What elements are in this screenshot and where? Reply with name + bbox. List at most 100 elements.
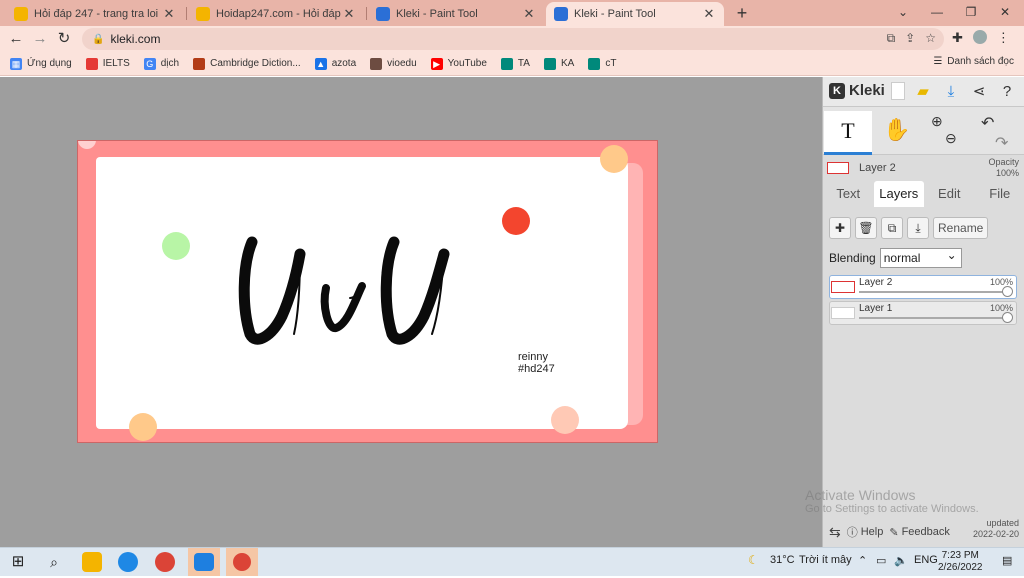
blending-select[interactable]: normal [880,248,962,268]
close-window-button[interactable]: ✕ [988,2,1022,22]
hand-tool-icon[interactable]: ✋ [883,117,910,143]
watermark-title: Activate Windows [805,487,979,503]
layer-item-layer-1[interactable]: Layer 1 100% [829,301,1017,325]
tab-layers[interactable]: Layers [874,181,925,207]
download-icon[interactable]: ⤓ [941,82,961,102]
layer-item-layer-2[interactable]: Layer 2 100% [829,275,1017,299]
layer-opacity-slider-handle[interactable] [1002,312,1013,323]
bookmark-ka[interactable]: KA [544,58,574,70]
profile-avatar-icon[interactable] [973,30,987,44]
bookmark-azota[interactable]: ▲azota [315,58,356,70]
browser-menu-icon[interactable]: ⋮ [997,30,1010,46]
notifications-icon[interactable]: ▤ [1002,554,1012,567]
text-tool-button[interactable]: T [824,111,872,155]
rename-layer-button[interactable]: Rename [933,217,988,239]
zoom-in-icon[interactable]: ⊕ [931,113,957,130]
input-language[interactable]: ENG [914,554,938,566]
bookmark-star-icon[interactable]: ☆ [925,31,936,46]
close-icon[interactable]: ✕ [522,6,536,22]
browser-tab-2[interactable]: Hoidap247.com - Hỏi đáp online ✕ [188,2,364,26]
edge-browser-icon[interactable] [118,552,138,572]
bookmark-youtube[interactable]: ▶YouTube [431,58,487,70]
help-label: Help [861,526,884,538]
reload-icon[interactable]: ↻ [54,29,74,49]
tab-file[interactable]: File [975,181,1024,207]
kleki-logo-icon: K [829,83,845,99]
bookmark-cambridge[interactable]: Cambridge Diction... [193,58,301,70]
bookmark-dich[interactable]: Gdịch [144,58,179,70]
windows-start-icon[interactable]: ⊞ [8,552,28,572]
bookmark-ct[interactable]: cT [588,58,616,70]
youtube-icon: ▶ [431,58,443,70]
bookmarks-bar: ▦Ứng dụng IELTS Gdịch Cambridge Diction.… [0,52,1024,76]
canvas-workspace[interactable]: reinny #hd247 [0,77,822,547]
help-icon[interactable]: ? [997,82,1017,102]
bookmark-label: vioedu [387,58,416,69]
bookmark-label: TA [518,58,530,69]
reading-list[interactable]: ☰Danh sách đọc [933,56,1014,67]
tab-search-chevron-icon[interactable]: ⌄ [886,2,920,22]
panel-footer: ⇆ ⓘHelp ✎Feedback updated 2022-02-20 [823,517,1024,547]
drawing-canvas[interactable]: reinny #hd247 [77,140,658,443]
merge-down-button[interactable]: ⤓ [907,217,929,239]
share-icon[interactable]: ⋖ [969,82,989,102]
classroom-icon [544,58,556,70]
layer-opacity-slider-handle[interactable] [1002,286,1013,297]
swap-arrows-icon[interactable]: ⇆ [829,524,841,541]
bookmark-ielts[interactable]: IELTS [86,58,130,70]
uvu-lettering-artwork [238,236,458,346]
address-bar[interactable]: 🔒 kleki.com ⧉ ⇪ ☆ [82,28,944,50]
translate-icon[interactable]: ⧉ [887,31,896,46]
close-icon[interactable]: ✕ [702,6,716,22]
lock-icon[interactable]: 🔒 [92,34,104,45]
green-dot [162,232,190,260]
weather-description[interactable]: Trời ít mây [799,554,852,566]
undo-icon[interactable]: ↶ [981,113,1008,133]
browser-tab-4-active[interactable]: Kleki - Paint Tool ✕ [546,2,724,26]
tab-edit[interactable]: Edit [924,181,975,207]
forward-arrow-icon[interactable]: → [30,29,50,49]
tray-chevron-up-icon[interactable]: ⌃ [858,554,867,567]
add-layer-button[interactable]: ✚ [829,217,851,239]
browser-tab-1[interactable]: Hỏi đáp 247 - trang tra loi ✕ [6,2,184,26]
restore-button[interactable]: ❐ [954,2,988,22]
weather-moon-icon: ☾ [748,553,759,567]
duplicate-layer-button[interactable]: ⧉ [881,217,903,239]
redo-icon[interactable]: ↷ [995,133,1008,153]
zoom-out-icon[interactable]: ⊖ [945,130,957,147]
help-link[interactable]: ⓘHelp [847,524,884,540]
open-folder-icon[interactable]: ▰ [913,82,933,102]
new-tab-button[interactable]: + [732,3,752,23]
activate-windows-watermark: Activate Windows Go to Settings to activ… [805,487,979,515]
chrome-taskbar-button[interactable] [226,548,258,576]
bookmark-vioedu[interactable]: vioedu [370,58,416,70]
tab-text[interactable]: Text [823,181,874,207]
bookmark-ta[interactable]: TA [501,58,530,70]
feedback-link[interactable]: ✎Feedback [889,526,950,539]
bookmark-apps[interactable]: ▦Ứng dụng [10,58,72,70]
kleki-logo[interactable]: K Kleki [829,82,885,99]
bookmark-label: cT [605,58,616,69]
chrome-icon[interactable] [155,552,175,572]
extensions-puzzle-icon[interactable]: ✚ [952,30,963,46]
close-icon[interactable]: ✕ [342,6,356,22]
tab-title: Hỏi đáp 247 - trang tra loi [34,8,162,20]
close-icon[interactable]: ✕ [162,6,176,22]
new-image-icon[interactable] [891,82,905,100]
file-explorer-icon[interactable] [82,552,102,572]
back-arrow-icon[interactable]: ← [6,29,26,49]
browser-tab-3[interactable]: Kleki - Paint Tool ✕ [368,2,544,26]
bookmark-label: KA [561,58,574,69]
share-icon[interactable]: ⇪ [905,31,915,46]
weather-temperature[interactable]: 31°C [770,554,795,566]
layer-name: Layer 2 [859,277,892,288]
network-icon[interactable]: ▭ [876,554,886,567]
layer-thumbnail [831,307,855,319]
taskbar-clock[interactable]: 7:23 PM 2/26/2022 [938,550,983,574]
volume-icon[interactable]: 🔈 [894,554,908,567]
delete-layer-button[interactable]: 🗑 [855,217,877,239]
google-icon: G [144,58,156,70]
minimize-button[interactable]: — [920,2,954,22]
search-icon[interactable]: ⌕ [44,552,64,572]
zalo-taskbar-button[interactable] [188,548,220,576]
